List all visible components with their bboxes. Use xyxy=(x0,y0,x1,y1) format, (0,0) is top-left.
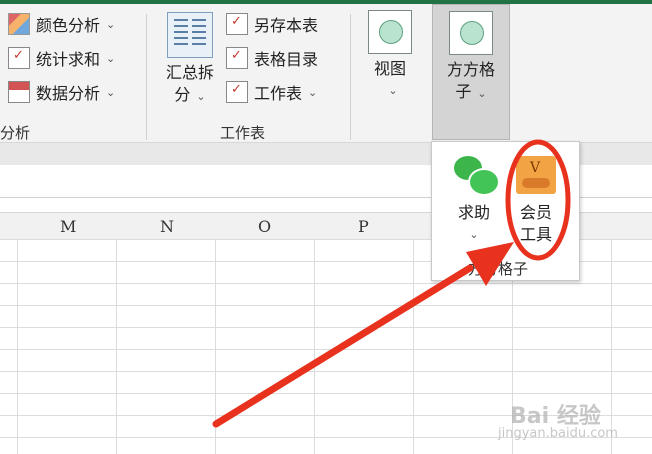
save-sheet-label: 另存本表 xyxy=(254,16,319,35)
sheet-directory-button[interactable]: 表格目录 xyxy=(226,46,318,70)
column-header-p[interactable]: P xyxy=(358,217,369,236)
view-button[interactable]: 视图 ⌄ xyxy=(364,10,416,102)
chevron-down-icon: ⌄ xyxy=(106,17,116,31)
save-icon xyxy=(226,13,248,35)
data-analysis-icon xyxy=(8,81,30,103)
save-sheet-button[interactable]: 另存本表 xyxy=(226,12,318,36)
ffgz-group-label: 方方格子 xyxy=(468,260,529,278)
worksheet-icon xyxy=(226,81,248,103)
summarize-split-icon xyxy=(167,12,213,58)
help-label: 求助 xyxy=(457,203,490,222)
color-analysis-label: 颜色分析 xyxy=(36,16,101,35)
view-icon xyxy=(368,10,412,54)
summarize-split-label-1: 汇总拆 xyxy=(165,63,214,82)
column-header-n[interactable]: N xyxy=(160,217,174,236)
summarize-split-button[interactable]: 汇总拆 分 ⌄ xyxy=(160,12,220,108)
ribbon: 颜色分析 ⌄ 统计求和 ⌄ 数据分析 ⌄ 分析 汇总拆 分⌄ 另存本表 表格目录… xyxy=(0,4,652,143)
stats-sum-icon xyxy=(8,47,30,69)
summarize-split-label-2: 分 ⌄ xyxy=(174,85,206,104)
color-analysis-icon xyxy=(8,13,30,35)
sheet-group-label: 工作表 xyxy=(220,124,266,142)
member-tools-button[interactable]: 会员 工具 xyxy=(512,202,560,246)
group-divider xyxy=(146,14,147,140)
help-button[interactable]: 求助 ⌄ xyxy=(446,202,502,246)
chevron-down-icon: ⌄ xyxy=(469,228,479,241)
vip-icon xyxy=(516,156,556,194)
view-label: 视图 xyxy=(373,59,406,78)
ffgz-button-content: 方方格 子 ⌄ xyxy=(437,11,505,105)
chevron-down-icon: ⌄ xyxy=(106,85,116,99)
ffgz-label-2: 子 ⌄ xyxy=(455,82,487,101)
column-header-o[interactable]: O xyxy=(258,217,271,236)
worksheet-button[interactable]: 工作表 ⌄ xyxy=(226,80,317,104)
chevron-down-icon: ⌄ xyxy=(388,84,398,97)
ffgz-button[interactable]: 方方格 子 ⌄ xyxy=(432,4,510,140)
analysis-group-label: 分析 xyxy=(0,124,31,142)
watermark-url: jingyan.baidu.com xyxy=(498,426,618,441)
chevron-down-icon: ⌄ xyxy=(308,85,318,99)
data-analysis-label: 数据分析 xyxy=(36,84,101,103)
chevron-down-icon: ⌄ xyxy=(106,51,116,65)
stats-sum-label: 统计求和 xyxy=(36,50,101,69)
sheet-directory-label: 表格目录 xyxy=(254,50,319,69)
wechat-icon xyxy=(452,154,500,196)
column-header-m[interactable]: M xyxy=(60,217,76,236)
worksheet-label: 工作表 xyxy=(254,84,303,103)
directory-icon xyxy=(226,47,248,69)
member-tools-label-1: 会员 xyxy=(519,203,552,222)
stats-sum-button[interactable]: 统计求和 ⌄ xyxy=(8,46,115,70)
ffgz-label-1: 方方格 xyxy=(446,60,495,79)
color-analysis-button[interactable]: 颜色分析 ⌄ xyxy=(8,12,115,36)
ffgz-dropdown-panel: 求助 ⌄ 会员 工具 方方格子 xyxy=(431,141,580,281)
group-divider xyxy=(350,14,351,140)
data-analysis-button[interactable]: 数据分析 ⌄ xyxy=(8,80,115,104)
member-tools-label-2: 工具 xyxy=(519,225,552,244)
ffgz-icon xyxy=(449,11,493,55)
